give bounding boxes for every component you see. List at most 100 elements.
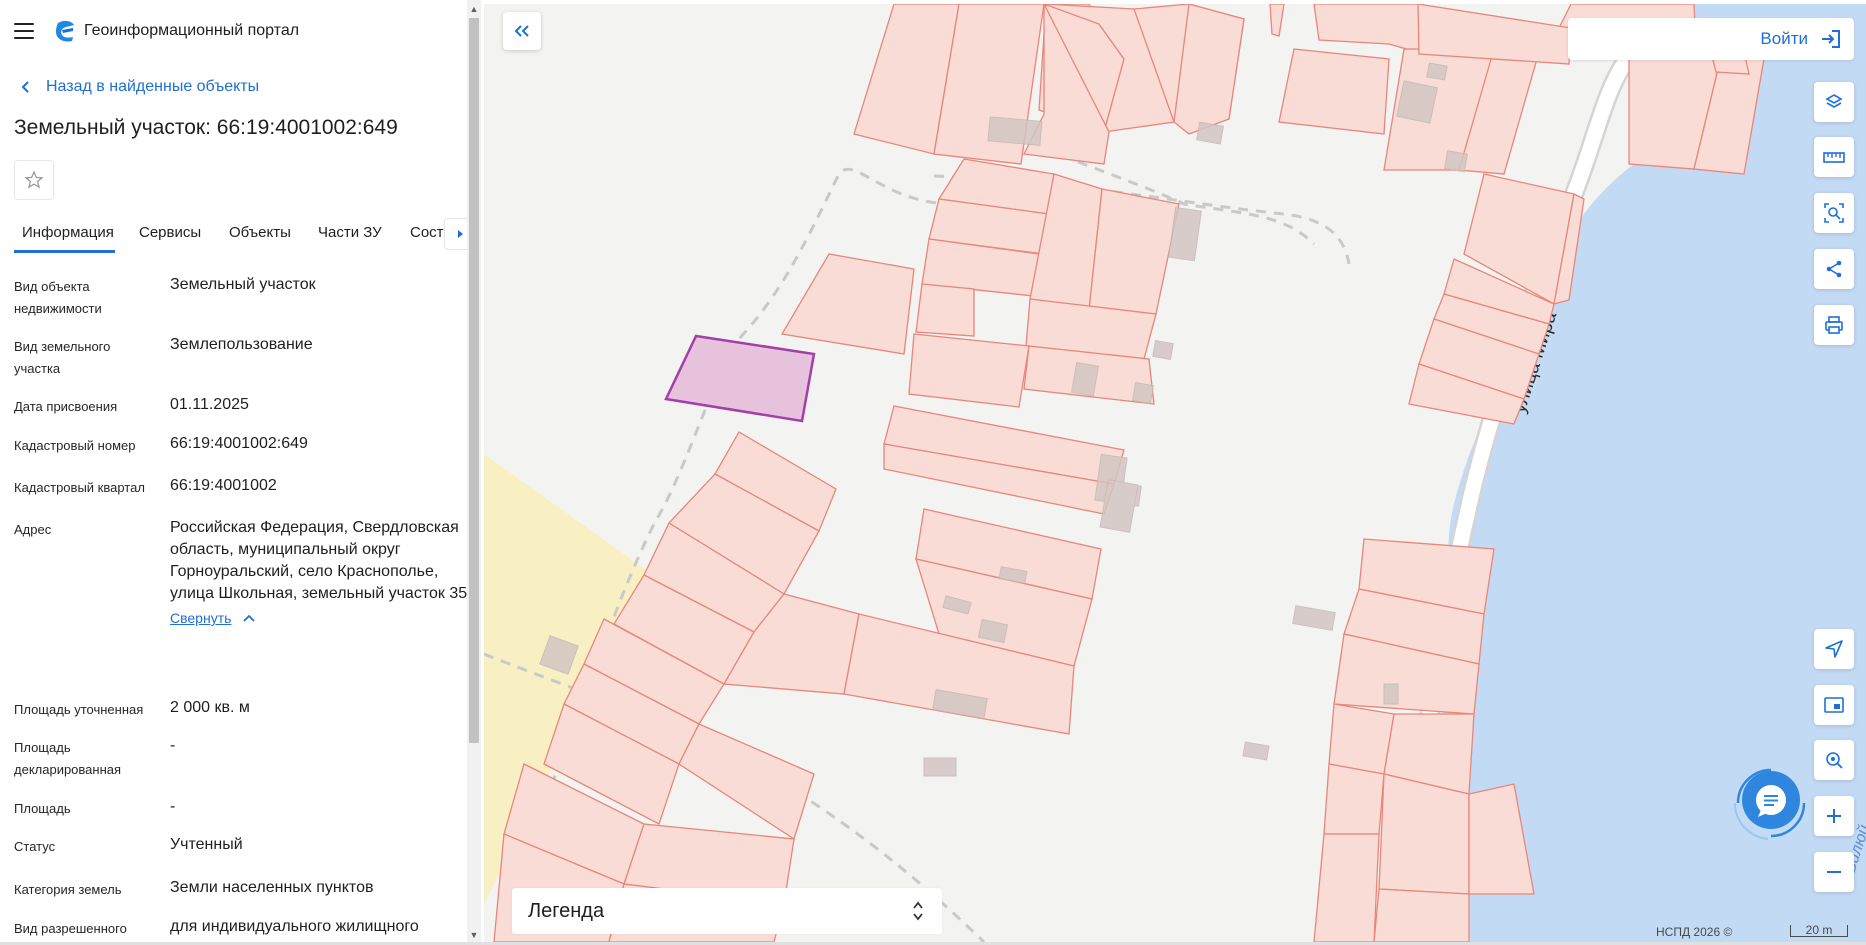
row-label: Адрес	[14, 522, 52, 537]
scrollbar-thumb[interactable]	[469, 18, 479, 743]
building	[1152, 339, 1174, 361]
building	[1443, 150, 1468, 173]
parcel	[1278, 48, 1390, 135]
building	[1242, 741, 1270, 761]
building	[923, 757, 957, 777]
map-canvas[interactable]: улица Мира Вилюй	[484, 4, 1866, 942]
object-info-panel: Геоинформационный портал Назад в найденн…	[0, 0, 481, 945]
tab-parts[interactable]: Части ЗУ	[318, 224, 382, 241]
print-button[interactable]	[1814, 305, 1854, 345]
zoom-in-button[interactable]	[1814, 796, 1854, 836]
favorite-button[interactable]	[14, 160, 54, 200]
portal-logo-icon	[56, 20, 74, 42]
parcel	[1313, 4, 1425, 55]
row-value: для индивидуального жилищного	[170, 918, 419, 935]
row-label: Площадь	[14, 801, 71, 816]
address-value-wrap: Российская Федерация, Свердловская облас…	[170, 517, 470, 629]
zoom-in-icon	[1827, 809, 1841, 823]
row-value: Российская Федерация, Свердловская облас…	[170, 519, 468, 602]
back-to-results-link[interactable]: Назад в найденные объекты	[20, 78, 259, 96]
parcel	[1313, 833, 1380, 942]
area-select-button[interactable]	[1814, 193, 1854, 233]
panel-header: Геоинформационный портал	[14, 18, 299, 44]
chevron-up-icon	[243, 614, 256, 622]
locate-icon	[1825, 640, 1843, 658]
share-icon	[1826, 260, 1842, 278]
tab-services[interactable]: Сервисы	[139, 224, 201, 241]
row-value: Землепользование	[170, 336, 313, 353]
selected-parcel[interactable]	[664, 334, 816, 423]
parcel	[1269, 4, 1285, 37]
row-value: 2 000 кв. м	[170, 699, 250, 716]
minimap-icon	[1824, 697, 1844, 713]
building	[1131, 381, 1155, 405]
row-label: Кадастровый квартал	[14, 480, 145, 495]
building	[1292, 605, 1336, 631]
chevron-left-icon	[21, 81, 29, 93]
row-value: 66:19:4001002	[170, 477, 277, 494]
chat-icon	[1733, 768, 1806, 840]
chat-button[interactable]	[1728, 760, 1814, 846]
parcel	[1373, 888, 1470, 942]
row-value: 01.11.2025	[170, 396, 249, 413]
map-scale-bar: 20 m	[1790, 924, 1848, 937]
star-icon	[24, 170, 44, 189]
parcel	[678, 723, 815, 841]
parcel	[1088, 188, 1180, 315]
parcel	[780, 253, 915, 355]
back-label: Назад в найденные объекты	[46, 78, 260, 95]
locate-button[interactable]	[1814, 629, 1854, 669]
layers-button[interactable]	[1814, 82, 1854, 122]
row-value: Земли населенных пунктов	[170, 879, 374, 896]
login-button[interactable]: Войти	[1568, 18, 1854, 60]
login-label: Войти	[1760, 29, 1808, 48]
row-value: -	[170, 737, 176, 754]
app-title: Геоинформационный портал	[84, 22, 300, 39]
parcel	[915, 283, 975, 337]
zoom-out-icon	[1827, 871, 1841, 873]
row-label: Площадь декларированная	[14, 740, 122, 777]
parcel	[1378, 773, 1470, 895]
double-chevron-left-icon	[514, 25, 529, 37]
tab-objects[interactable]: Объекты	[229, 224, 291, 241]
building	[1196, 121, 1224, 145]
minimap-button[interactable]	[1814, 685, 1854, 725]
building	[1396, 80, 1438, 124]
parcel	[1328, 703, 1395, 775]
building	[987, 116, 1043, 146]
ruler-button[interactable]	[1814, 137, 1854, 177]
row-label: Вид земельного участка	[14, 339, 111, 376]
active-tab-indicator	[14, 250, 115, 253]
row-label: Вид объекта недвижимости	[14, 279, 102, 316]
menu-icon[interactable]	[14, 23, 34, 39]
search-point-button[interactable]	[1814, 740, 1854, 780]
row-label: Категория земель	[14, 882, 122, 897]
ruler-icon	[1823, 152, 1845, 163]
collapse-address-link[interactable]: Свернуть	[170, 607, 470, 629]
parcel	[1417, 4, 1572, 65]
scroll-down-arrow-icon[interactable]: ▼	[467, 928, 481, 942]
info-tabs: Информация Сервисы Объекты Части ЗУ Сост…	[0, 214, 481, 254]
row-label: Вид разрешенного	[14, 921, 127, 936]
tab-information[interactable]: Информация	[22, 224, 114, 241]
parcel	[1323, 763, 1385, 835]
map-copyright: НСПД 2026 ©	[1656, 925, 1733, 939]
scroll-up-arrow-icon[interactable]: ▲	[467, 2, 481, 16]
row-label: Статус	[14, 839, 56, 854]
caret-right-icon	[458, 230, 463, 238]
legend-panel[interactable]: Легенда	[512, 888, 942, 934]
row-label: Дата присвоения	[14, 399, 118, 414]
expand-collapse-icon	[913, 901, 923, 921]
row-value: 66:19:4001002:649	[170, 435, 308, 452]
print-icon	[1825, 316, 1843, 334]
search-point-icon	[1826, 752, 1843, 769]
share-button[interactable]	[1814, 249, 1854, 289]
building	[1383, 683, 1399, 705]
object-title: Земельный участок: 66:19:4001002:649	[14, 116, 398, 139]
area-select-icon	[1824, 203, 1844, 223]
panel-scrollbar[interactable]: ▲ ▼	[467, 0, 481, 945]
zoom-out-button[interactable]	[1814, 852, 1854, 892]
row-label: Площадь уточненная	[14, 702, 144, 717]
layers-icon	[1825, 94, 1843, 108]
collapse-panel-button[interactable]	[503, 12, 541, 50]
